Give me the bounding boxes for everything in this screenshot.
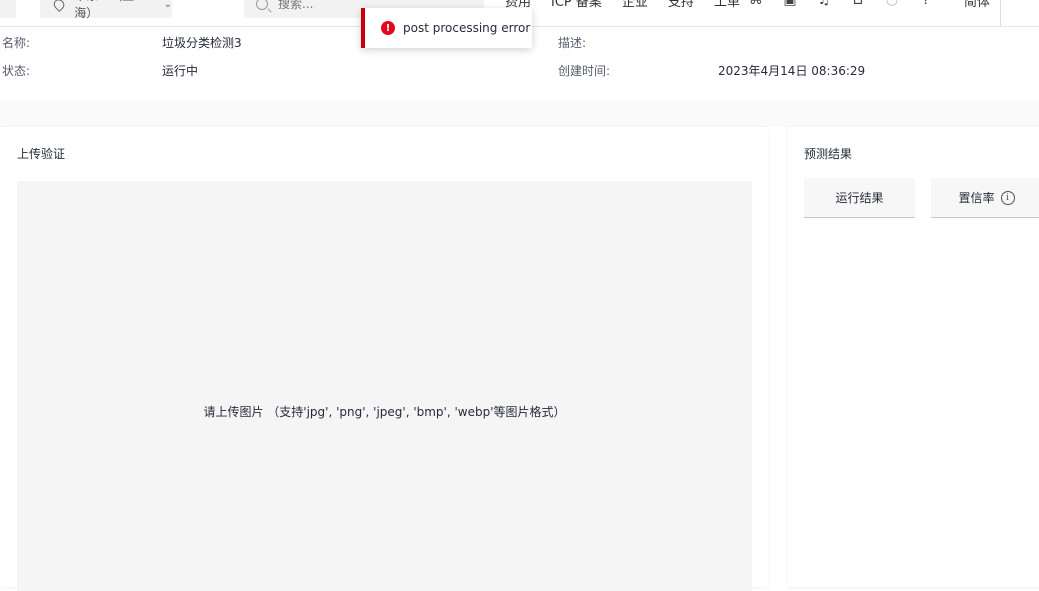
name-label: 名称: [2,36,31,50]
upload-panel: 上传验证 请上传图片 （支持'jpg', 'png', 'jpeg', 'bmp… [0,127,768,591]
confidence-column-label: 置信率 [958,191,995,205]
nav-link-icp[interactable]: ICP 备案 [551,0,602,10]
result-panel-title: 预测结果 [804,147,853,161]
result-column-header: 运行结果 [804,178,915,218]
location-pin-icon [51,0,67,12]
error-toast: ! post processing error [361,8,532,48]
region-label: 华东-2（上海） [74,0,134,20]
upload-panel-title: 上传验证 [17,147,66,161]
page-background-strip [0,100,1039,127]
created-time-value: 2023年4月14日 08:36:29 [718,64,866,78]
toast-message: post processing error [403,21,531,35]
nav-link-ticket[interactable]: 工单 [714,0,740,10]
image-upload-area[interactable]: 请上传图片 （支持'jpg', 'png', 'jpeg', 'bmp', 'w… [17,181,752,591]
terminal-icon[interactable]: ▣ [782,0,798,8]
status-label: 状态: [2,64,31,78]
upload-hint: 请上传图片 （支持'jpg', 'png', 'jpeg', 'bmp', 'w… [203,405,566,419]
code-icon[interactable]: ⌘ [748,0,764,8]
search-icon [256,0,268,10]
created-time-label: 创建时间: [558,64,611,78]
region-selector[interactable]: 华东-2（上海） ⌄ [40,0,172,20]
language-switch[interactable]: 简体 [964,0,990,10]
cart-icon[interactable]: ⊔ [850,0,866,8]
confidence-column-header: 置信率 i [931,178,1039,218]
result-column-label: 运行结果 [835,191,884,205]
result-panel: 预测结果 运行结果 置信率 i [788,127,1039,587]
info-icon[interactable]: i [1000,190,1015,205]
error-icon: ! [381,21,395,35]
nav-menu-button[interactable] [0,0,16,18]
description-label: 描述: [558,36,587,50]
name-value: 垃圾分类检测3 [162,36,242,50]
nav-icons: ⌘ ▣ ♫ ⊔ ○ ? [748,0,934,8]
nav-link-enterprise[interactable]: 企业 [622,0,648,10]
help-icon[interactable]: ? [918,0,934,8]
nav-links: 费用 ICP 备案 企业 支持 工单 [505,0,740,10]
bulb-icon[interactable]: ○ [884,0,900,8]
bell-icon[interactable]: ♫ [816,0,832,8]
nav-divider [1000,0,1001,26]
status-value: 运行中 [162,64,199,78]
nav-link-support[interactable]: 支持 [668,0,694,10]
chevron-down-icon: ⌄ [163,0,172,10]
